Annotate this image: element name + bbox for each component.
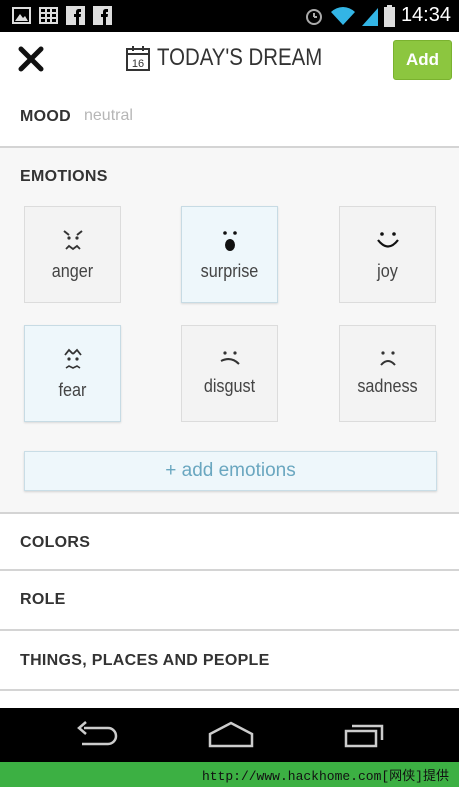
- disgust-face-icon: [220, 351, 240, 365]
- add-button[interactable]: Add: [393, 40, 452, 80]
- emotion-label: sadness: [357, 376, 418, 396]
- role-label: ROLE: [20, 591, 66, 608]
- signal-icon: [361, 7, 378, 26]
- emotion-tile-surprise[interactable]: surprise: [181, 206, 278, 303]
- status-bar-system: 14:34: [304, 4, 451, 27]
- watermark-text: http://www.hackhome.com[网侠]提供: [201, 769, 449, 784]
- status-time: 14:34: [400, 4, 451, 26]
- back-icon[interactable]: [72, 720, 122, 750]
- facebook-icon: [93, 6, 112, 25]
- title-container: 16 TODAY'S DREAM: [0, 44, 459, 77]
- mood-row[interactable]: MOOD neutral: [0, 88, 459, 148]
- emotion-label: fear: [58, 380, 87, 400]
- things-places-people-row[interactable]: THINGS, PLACES AND PEOPLE: [0, 631, 459, 691]
- image-icon: [12, 7, 31, 24]
- watermark-bar: http://www.hackhome.com[网侠]提供: [0, 762, 459, 787]
- status-bar: 14:34: [0, 0, 459, 32]
- role-row[interactable]: ROLE: [0, 571, 459, 631]
- emotion-tile-joy[interactable]: joy: [339, 206, 436, 303]
- mood-label: MOOD: [20, 108, 71, 125]
- sadness-face-icon: [379, 351, 396, 366]
- status-bar-notifications: [12, 6, 112, 25]
- emotions-section: EMOTIONS anger surprise joy fear disgust…: [0, 148, 459, 514]
- emotion-label: anger: [51, 261, 94, 281]
- calendar-icon: 16: [126, 46, 151, 71]
- alarm-icon: [305, 8, 322, 25]
- joy-face-icon: [376, 232, 399, 248]
- emotion-label: disgust: [203, 376, 256, 396]
- page-title: TODAY'S DREAM: [157, 44, 323, 71]
- emotion-tile-fear[interactable]: fear: [24, 325, 121, 422]
- app-bar: 16 TODAY'S DREAM Add: [0, 32, 459, 89]
- emotion-tile-anger[interactable]: anger: [24, 206, 121, 303]
- emotion-label: surprise: [200, 261, 259, 281]
- battery-icon: [383, 4, 395, 27]
- recent-apps-icon[interactable]: [341, 720, 391, 750]
- surprise-face-icon: [222, 231, 237, 251]
- calendar-day: 16: [132, 58, 144, 70]
- emotion-tile-disgust[interactable]: disgust: [181, 325, 278, 422]
- add-emotions-button[interactable]: + add emotions: [24, 451, 437, 491]
- facebook-icon: [66, 6, 85, 25]
- emotion-label: joy: [377, 261, 398, 281]
- emotions-label: EMOTIONS: [20, 168, 108, 185]
- grid-icon: [39, 7, 58, 24]
- nav-bar: [0, 708, 459, 762]
- colors-row[interactable]: COLORS: [0, 514, 459, 571]
- emotion-tile-sadness[interactable]: sadness: [339, 325, 436, 422]
- fear-face-icon: [63, 348, 82, 369]
- mood-value: neutral: [84, 107, 133, 124]
- wifi-icon: [330, 6, 355, 25]
- anger-face-icon: [62, 230, 83, 251]
- colors-label: COLORS: [20, 534, 91, 551]
- things-places-people-label: THINGS, PLACES AND PEOPLE: [20, 652, 270, 669]
- home-icon[interactable]: [206, 720, 256, 750]
